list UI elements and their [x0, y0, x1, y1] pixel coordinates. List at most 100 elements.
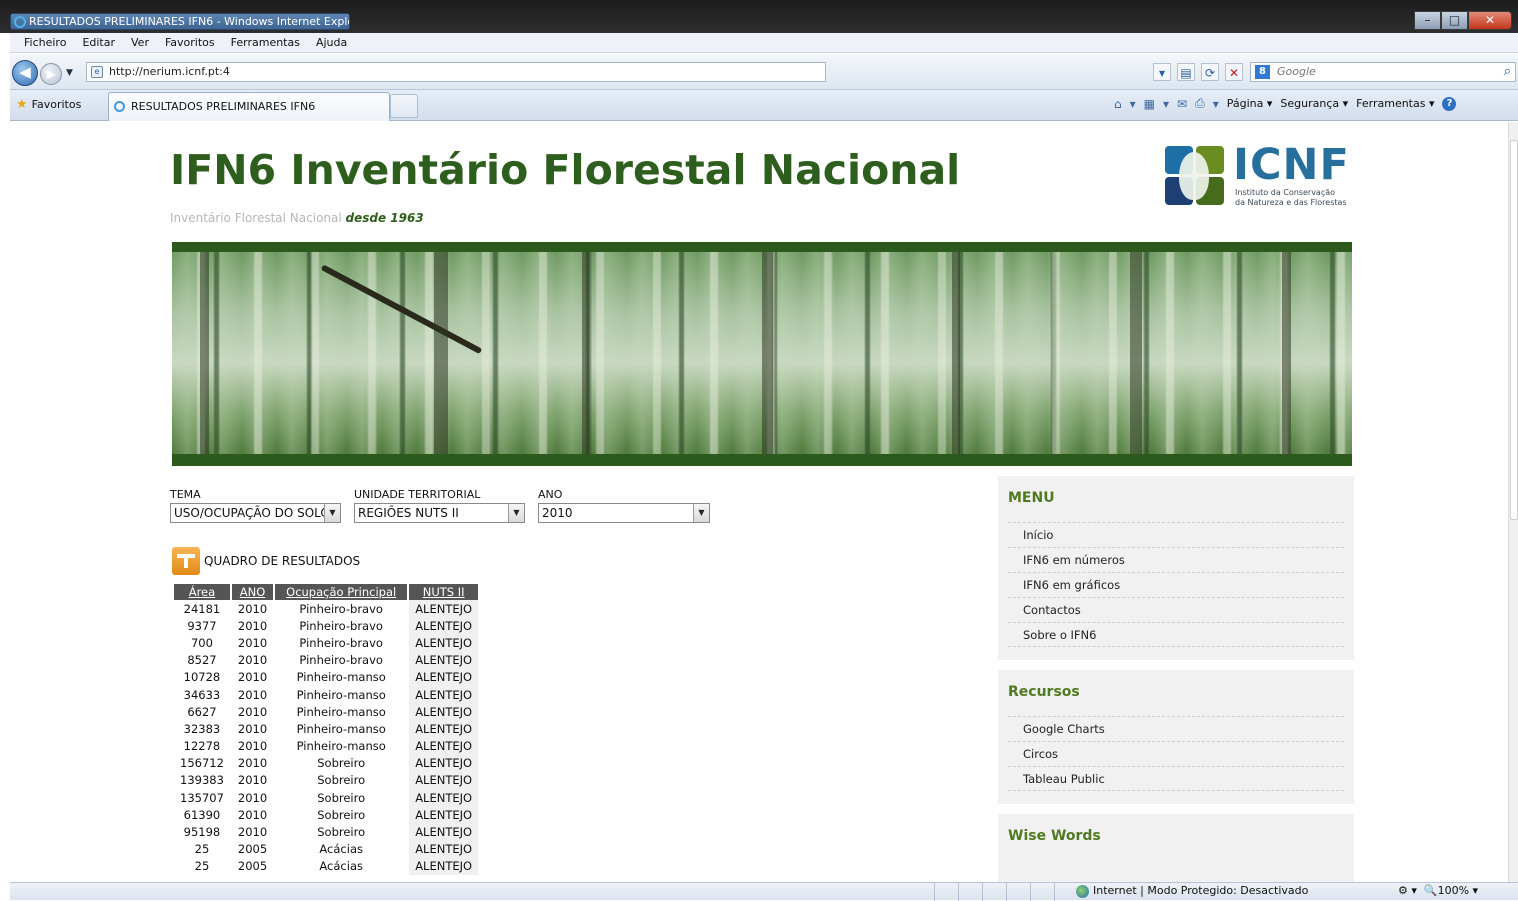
icnf-logo[interactable]: ICNF Instituto da Conservação da Naturez… [1165, 140, 1355, 210]
feeds-icon[interactable]: ▦ [1144, 97, 1155, 111]
cell-area: 8527 [174, 651, 232, 669]
cell-ocupacao: Sobreiro [275, 806, 410, 824]
menu-ficheiro[interactable]: Ficheiro [24, 36, 66, 49]
menu-bar: Ficheiro Editar Ver Favoritos Ferramenta… [10, 33, 1518, 53]
favorites-label: Favoritos [31, 98, 82, 111]
dropdown-icon[interactable]: ▾ [1213, 97, 1219, 111]
sidebar-item-numeros[interactable]: IFN6 em números [1008, 547, 1344, 572]
sidebar-item-contactos[interactable]: Contactos [1008, 597, 1344, 622]
cell-ano: 2010 [232, 600, 276, 618]
menu-editar[interactable]: Editar [82, 36, 115, 49]
tab-active[interactable]: RESULTADOS PRELIMINARES IFN6 [108, 92, 390, 121]
sidebar-item-circos[interactable]: Circos [1008, 741, 1344, 766]
tools-menu[interactable]: Ferramentas ▾ [1356, 97, 1434, 110]
sidebar-item-google-charts[interactable]: Google Charts [1008, 716, 1344, 741]
tab-active-label: RESULTADOS PRELIMINARES IFN6 [131, 100, 316, 113]
cell-nuts: ALENTEJO [409, 823, 481, 841]
history-dropdown-icon[interactable]: ▼ [66, 68, 73, 78]
chevron-down-icon: ▼ [693, 504, 709, 522]
filter-ano: ANO 2010 ▼ [538, 488, 710, 523]
cell-area: 25 [174, 840, 232, 858]
mail-icon[interactable]: ✉ [1177, 97, 1187, 111]
dropdown-icon[interactable]: ▾ [1163, 97, 1169, 111]
table-row: 25 2005 Acácias ALENTEJO [174, 840, 481, 858]
page-viewport: IFN6 Inventário Florestal Nacional Inven… [10, 122, 1508, 882]
tema-select[interactable]: USO/OCUPAÇÃO DO SOLO ▼ [170, 503, 341, 523]
col-ocupacao[interactable]: Ocupação Principal [275, 584, 410, 600]
sidebar-wise-words: Wise Words [998, 814, 1354, 882]
cell-ocupacao: Sobreiro [275, 754, 410, 772]
cell-nuts: ALENTEJO [409, 754, 481, 772]
status-cells [934, 883, 1078, 901]
stop-icon[interactable]: ✕ [1225, 63, 1243, 81]
cell-ano: 2010 [232, 703, 276, 721]
print-icon[interactable]: ⎙ [1195, 96, 1205, 111]
zoom-control[interactable]: ⚙ ▾ 🔍100% ▾ [1398, 884, 1478, 897]
gear-icon: ⚙ ▾ [1398, 884, 1417, 897]
home-icon[interactable]: ⌂ [1114, 97, 1122, 111]
cell-nuts: ALENTEJO [409, 789, 481, 807]
back-button[interactable]: ◀ [12, 60, 38, 86]
sidebar-item-sobre[interactable]: Sobre o IFN6 [1008, 622, 1344, 647]
cell-ano: 2010 [232, 634, 276, 652]
table-row: 25 2005 Acácias ALENTEJO [174, 857, 481, 875]
col-ano[interactable]: ANO [231, 584, 276, 600]
ie-tab-icon [114, 101, 125, 112]
menu-ferramentas[interactable]: Ferramentas [231, 36, 300, 49]
page-menu[interactable]: Página ▾ [1227, 97, 1273, 110]
cell-nuts: ALENTEJO [409, 668, 481, 686]
security-zone[interactable]: Internet | Modo Protegido: Desactivado [1076, 884, 1308, 898]
vertical-scrollbar[interactable] [1508, 122, 1518, 882]
col-nuts[interactable]: NUTS II [409, 584, 481, 600]
compatibility-view-icon[interactable]: ▤ [1177, 63, 1195, 81]
table-row: 12278 2010 Pinheiro-manso ALENTEJO [174, 737, 481, 755]
table-row: 95198 2010 Sobreiro ALENTEJO [174, 823, 481, 841]
chevron-down-icon: ▼ [324, 504, 340, 522]
search-box[interactable]: 8 Google ⌕ [1250, 62, 1516, 82]
cell-ocupacao: Pinheiro-bravo [275, 634, 410, 652]
forest-banner [172, 242, 1352, 466]
cell-ocupacao: Pinheiro-manso [275, 737, 410, 755]
menu-ver[interactable]: Ver [131, 36, 149, 49]
table-header-row: Área ANO Ocupação Principal NUTS II [174, 584, 481, 600]
dropdown-icon[interactable]: ▾ [1130, 97, 1136, 111]
cell-ocupacao: Acácias [275, 857, 410, 875]
cell-nuts: ALENTEJO [409, 634, 481, 652]
cell-area: 135707 [174, 789, 232, 807]
refresh-icon[interactable]: ⟳ [1201, 63, 1219, 81]
window-title: RESULTADOS PRELIMINARES IFN6 - Windows I… [10, 13, 350, 30]
tabs-row: ★ Favoritos RESULTADOS PRELIMINARES IFN6 … [10, 90, 1518, 121]
minimize-button[interactable]: – [1414, 11, 1441, 30]
sidebar-item-tableau[interactable]: Tableau Public [1008, 766, 1344, 791]
close-button[interactable]: ✕ [1468, 11, 1512, 30]
results-body: 24181 2010 Pinheiro-bravo ALENTEJO 9377 2010 P… [174, 600, 481, 875]
help-icon[interactable]: ? [1442, 96, 1457, 111]
address-dropdown-icon[interactable]: ▾ [1153, 63, 1171, 81]
new-tab-button[interactable] [390, 94, 418, 118]
table-row: 34633 2010 Pinheiro-manso ALENTEJO [174, 685, 481, 704]
sidebar-item-graficos[interactable]: IFN6 em gráficos [1008, 572, 1344, 597]
maximize-button[interactable]: □ [1441, 11, 1468, 30]
menu-favoritos[interactable]: Favoritos [165, 36, 215, 49]
sidebar-item-inicio[interactable]: Início [1008, 522, 1344, 547]
window-titlebar: RESULTADOS PRELIMINARES IFN6 - Windows I… [0, 0, 1518, 33]
cell-ocupacao: Pinheiro-manso [275, 703, 410, 721]
scrollbar-thumb[interactable] [1510, 140, 1518, 520]
col-area[interactable]: Área [174, 584, 232, 600]
cell-ano: 2010 [232, 806, 276, 824]
window-title-text: RESULTADOS PRELIMINARES IFN6 - Windows I… [29, 15, 350, 28]
favorites-button[interactable]: ★ Favoritos [16, 97, 81, 112]
search-icon[interactable]: ⌕ [1504, 63, 1511, 81]
ano-select[interactable]: 2010 ▼ [538, 503, 710, 523]
cell-area: 700 [174, 634, 232, 652]
table-row: 24181 2010 Pinheiro-bravo ALENTEJO [174, 600, 481, 618]
unidade-select[interactable]: REGIÕES NUTS II ▼ [354, 503, 525, 523]
forward-button[interactable]: ▶ [40, 63, 62, 85]
results-table-icon [172, 547, 200, 575]
security-menu[interactable]: Segurança ▾ [1280, 97, 1348, 110]
address-bar[interactable]: e http://nerium.icnf.pt:4 [86, 62, 826, 82]
unidade-value: REGIÕES NUTS II [358, 506, 459, 520]
menu-ajuda[interactable]: Ajuda [316, 36, 347, 49]
cell-nuts: ALENTEJO [409, 737, 481, 755]
table-row: 700 2010 Pinheiro-bravo ALENTEJO [174, 634, 481, 652]
